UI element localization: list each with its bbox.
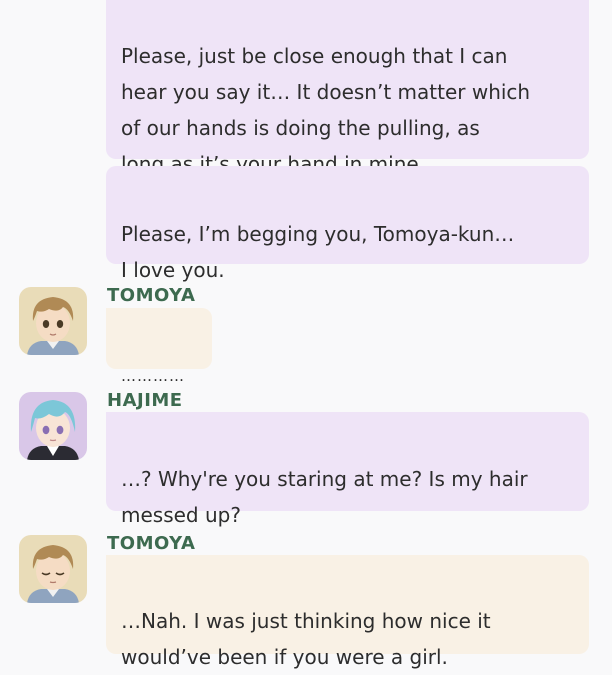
message-text: ………… xyxy=(121,367,185,385)
speaker-name: TOMOYA xyxy=(107,285,196,306)
message-bubble-5: …Nah. I was just thinking how nice it wo… xyxy=(106,555,589,669)
avatar xyxy=(19,535,87,603)
avatar xyxy=(19,287,87,355)
message-bubble-4: …? Why're you staring at me? Is my hair … xyxy=(106,412,589,527)
speaker-name: HAJIME xyxy=(107,390,183,411)
avatar xyxy=(19,392,87,460)
hajime-avatar-icon xyxy=(19,392,87,460)
message-text: …? Why're you staring at me? Is my hair … xyxy=(121,467,528,527)
message-bubble-3: ………… xyxy=(106,308,212,385)
tomoya-avatar-icon xyxy=(19,535,87,603)
message-text: Please, just be close enough that I can … xyxy=(121,44,531,176)
message-text: Please, I’m begging you, Tomoya-kun… I l… xyxy=(121,222,515,282)
message-text: …Nah. I was just thinking how nice it wo… xyxy=(121,609,491,669)
speaker-name: TOMOYA xyxy=(107,533,196,554)
tomoya-avatar-icon xyxy=(19,287,87,355)
message-bubble-2: Please, I’m begging you, Tomoya-kun… I l… xyxy=(106,166,589,282)
message-bubble-1: Please, just be close enough that I can … xyxy=(106,0,589,176)
